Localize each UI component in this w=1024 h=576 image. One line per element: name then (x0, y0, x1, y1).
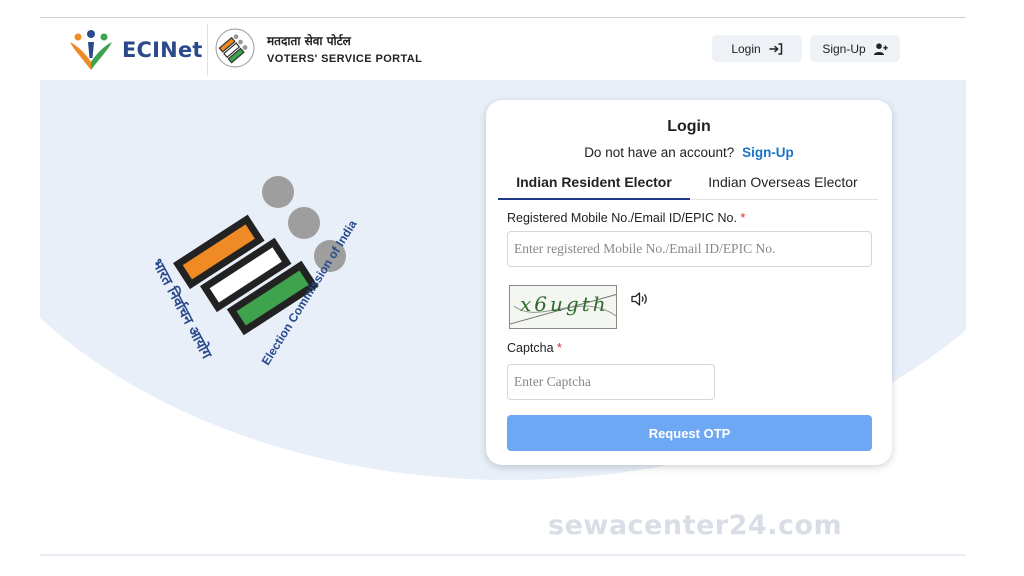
login-arrow-icon (768, 42, 782, 55)
captcha-text: x6ugth (520, 292, 609, 316)
id-field-label-text: Registered Mobile No./Email ID/EPIC No. (507, 211, 737, 225)
ecinet-logo-icon (70, 30, 112, 70)
brand-name: ECINet (122, 38, 203, 62)
required-mark: * (740, 211, 746, 225)
id-field-label: Registered Mobile No./Email ID/EPIC No. … (507, 211, 745, 225)
brand[interactable]: ECINet (68, 28, 203, 72)
brand-divider (207, 24, 208, 76)
no-account-text: Do not have an account? (584, 145, 735, 160)
elector-tabs: Indian Resident Elector Indian Overseas … (498, 170, 878, 200)
captcha-field-label-text: Captcha (507, 341, 554, 355)
portal-title-english: VOTERS' SERVICE PORTAL (267, 53, 423, 65)
eci-seal-small-icon (215, 28, 255, 68)
portal-title-hindi: मतदाता सेवा पोर्टल (267, 34, 351, 48)
watermark: sewacenter24.com (548, 510, 843, 541)
tab-indian-overseas-elector[interactable]: Indian Overseas Elector (690, 170, 876, 200)
signup-link[interactable]: Sign-Up (742, 145, 794, 160)
header-login-button[interactable]: Login (712, 35, 802, 62)
header-signup-label: Sign-Up (822, 41, 866, 56)
person-add-icon (873, 42, 888, 55)
mobile-email-epic-input[interactable] (507, 231, 872, 267)
bottom-divider (40, 554, 966, 556)
header-signup-button[interactable]: Sign-Up (810, 35, 900, 62)
no-account-row: Do not have an account? Sign-Up (486, 145, 892, 160)
tab-indian-resident-elector[interactable]: Indian Resident Elector (498, 170, 690, 200)
site-header: ECINet मतदाता सेवा पोर्टल VOTERS' SERVIC… (40, 18, 966, 80)
required-mark: * (557, 341, 562, 355)
login-card: Login Do not have an account? Sign-Up In… (486, 100, 892, 465)
request-otp-button[interactable]: Request OTP (507, 415, 872, 451)
header-login-label: Login (731, 41, 761, 56)
captcha-field-label: Captcha * (507, 341, 562, 355)
eci-emblem-icon: भारत निर्वाचन आयोग Election Commission o… (150, 176, 360, 368)
speaker-icon[interactable] (631, 291, 649, 307)
login-title: Login (667, 118, 711, 135)
captcha-input[interactable] (507, 364, 715, 400)
captcha-image: x6ugth (509, 285, 617, 329)
